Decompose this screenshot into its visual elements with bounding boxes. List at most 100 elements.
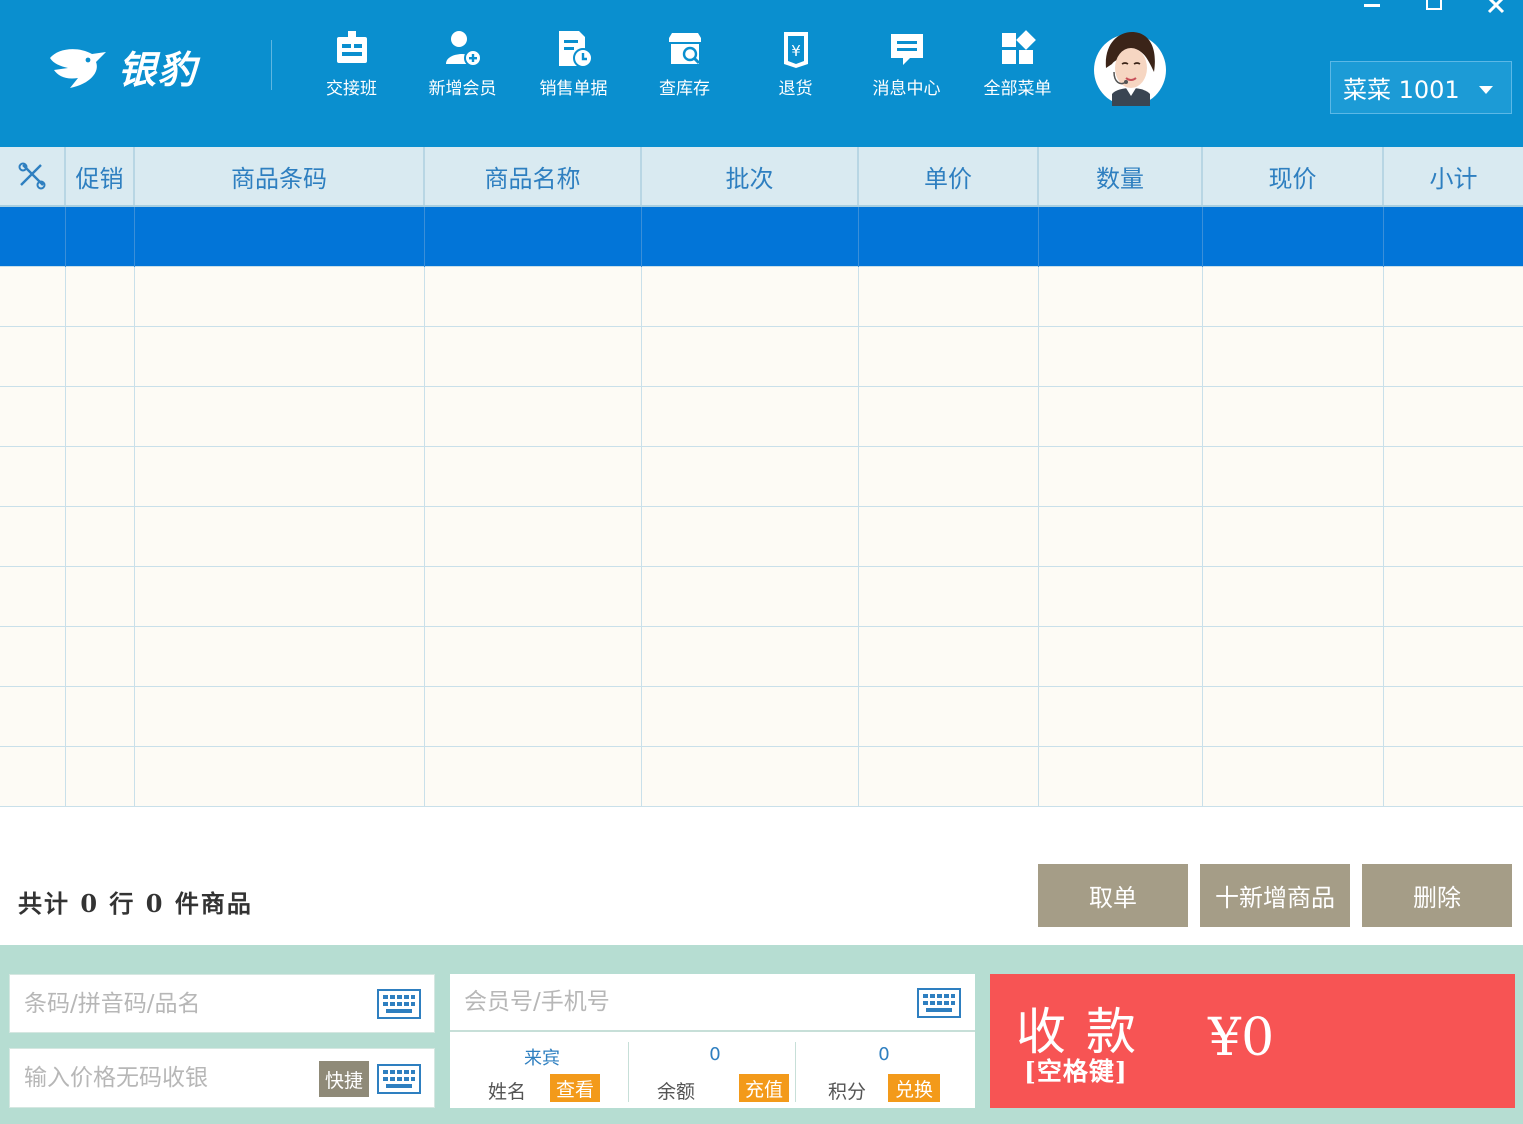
- table-cell: [66, 687, 135, 747]
- table-cell: [135, 567, 425, 627]
- toolbar-sales-receipts[interactable]: 销售单据: [518, 28, 629, 108]
- table-cell: [859, 447, 1039, 507]
- view-member-button[interactable]: 查看: [550, 1074, 600, 1102]
- column-header-quantity[interactable]: 数量: [1039, 147, 1203, 205]
- table-cell: [1203, 687, 1384, 747]
- table-cell: [66, 447, 135, 507]
- toolbar-return-goods[interactable]: ¥ 退货: [740, 28, 851, 108]
- message-center-icon: [890, 34, 923, 65]
- column-header-barcode[interactable]: 商品条码: [135, 147, 425, 205]
- toolbar-shift-handover[interactable]: 交接班: [296, 28, 407, 108]
- recharge-button[interactable]: 充值: [739, 1074, 789, 1102]
- grid-settings-button[interactable]: [0, 147, 66, 205]
- toolbar-label: 交接班: [326, 79, 377, 99]
- column-header-product-name[interactable]: 商品名称: [425, 147, 642, 205]
- table-cell: [1384, 207, 1523, 267]
- table-row[interactable]: [0, 267, 1523, 327]
- table-cell: [425, 327, 642, 387]
- table-cell: [66, 207, 135, 267]
- keyboard-icon[interactable]: [377, 1064, 421, 1094]
- table-cell: [66, 267, 135, 327]
- table-row[interactable]: [0, 687, 1523, 747]
- table-cell: [1384, 687, 1523, 747]
- barcode-input[interactable]: [24, 975, 324, 1032]
- member-name-value: 来宾: [524, 1048, 560, 1069]
- table-cell: [0, 687, 66, 747]
- table-cell: [1384, 327, 1523, 387]
- toolbar-all-menu[interactable]: 全部菜单: [962, 28, 1073, 108]
- toolbar-add-member[interactable]: 新增会员: [407, 28, 518, 108]
- table-cell: [1039, 567, 1203, 627]
- table-cell: [859, 387, 1039, 447]
- quick-button[interactable]: 快捷: [319, 1061, 369, 1097]
- table-cell: [135, 447, 425, 507]
- table-cell: [0, 747, 66, 807]
- member-balance-section: 0 余额 充值: [629, 1042, 795, 1103]
- table-cell: [1039, 447, 1203, 507]
- redeem-button[interactable]: 兑换: [888, 1074, 940, 1102]
- column-header-current-price[interactable]: 现价: [1203, 147, 1384, 205]
- column-header-subtotal[interactable]: 小计: [1384, 147, 1523, 205]
- member-search-input[interactable]: [464, 974, 864, 1030]
- brand-name: 银豹: [118, 47, 199, 92]
- table-cell: [642, 207, 859, 267]
- brand-logo: 银豹: [44, 34, 234, 98]
- table-cell: [1039, 627, 1203, 687]
- table-cell: [859, 747, 1039, 807]
- column-header-batch[interactable]: 批次: [642, 147, 859, 205]
- table-cell: [859, 207, 1039, 267]
- table-cell: [135, 627, 425, 687]
- table-cell: [425, 447, 642, 507]
- table-row[interactable]: [0, 327, 1523, 387]
- table-cell: [135, 747, 425, 807]
- sales-receipts-icon: [558, 31, 593, 68]
- column-header-unit-price[interactable]: 单价: [859, 147, 1039, 205]
- table-cell: [1039, 747, 1203, 807]
- table-row[interactable]: [0, 447, 1523, 507]
- maximize-button[interactable]: [1423, 0, 1445, 14]
- table-cell: [642, 567, 859, 627]
- close-button[interactable]: [1485, 0, 1507, 14]
- table-row[interactable]: [0, 627, 1523, 687]
- cashier-user-select[interactable]: 菜菜 1001: [1330, 61, 1512, 114]
- table-cell: [1203, 507, 1384, 567]
- toolbar-label: 查库存: [659, 79, 710, 99]
- price-input[interactable]: [24, 1049, 314, 1107]
- member-points-section: 0 积分 兑换: [796, 1042, 975, 1103]
- toolbar-label: 新增会员: [428, 79, 497, 99]
- column-header-promotion[interactable]: 促销: [66, 147, 135, 205]
- table-row[interactable]: [0, 207, 1523, 267]
- member-points-value: 0: [878, 1044, 890, 1065]
- chevron-down-icon: [1479, 86, 1493, 94]
- table-row[interactable]: [0, 567, 1523, 627]
- minimize-button[interactable]: [1361, 0, 1383, 14]
- table-cell: [1039, 507, 1203, 567]
- toolbar-message-center[interactable]: 消息中心: [851, 28, 962, 108]
- return-goods-icon: ¥: [783, 32, 808, 68]
- keyboard-icon[interactable]: [917, 988, 961, 1018]
- table-cell: [0, 267, 66, 327]
- table-cell: [425, 267, 642, 327]
- add-product-button[interactable]: 十新增商品: [1200, 864, 1350, 927]
- pay-amount: ¥0: [1208, 1008, 1275, 1068]
- window-controls: [1361, 0, 1507, 14]
- table-cell: [135, 207, 425, 267]
- table-cell: [425, 567, 642, 627]
- delete-button[interactable]: 删除: [1362, 864, 1512, 927]
- checkout-pay-button[interactable]: 收款 [空格键] ¥0: [990, 974, 1515, 1108]
- svg-text:¥: ¥: [791, 42, 801, 60]
- toolbar-inventory-check[interactable]: 查库存: [629, 28, 740, 108]
- table-cell: [0, 327, 66, 387]
- cancel-order-button[interactable]: 取单: [1038, 864, 1188, 927]
- table-row[interactable]: [0, 507, 1523, 567]
- customer-service-avatar[interactable]: [1092, 24, 1168, 108]
- table-row[interactable]: [0, 747, 1523, 807]
- keyboard-icon[interactable]: [377, 989, 421, 1019]
- table-cell: [1384, 387, 1523, 447]
- table-cell: [1039, 267, 1203, 327]
- table-cell: [1203, 207, 1384, 267]
- table-cell: [1039, 207, 1203, 267]
- table-row[interactable]: [0, 387, 1523, 447]
- table-cell: [66, 387, 135, 447]
- all-menu-icon: [1001, 30, 1036, 64]
